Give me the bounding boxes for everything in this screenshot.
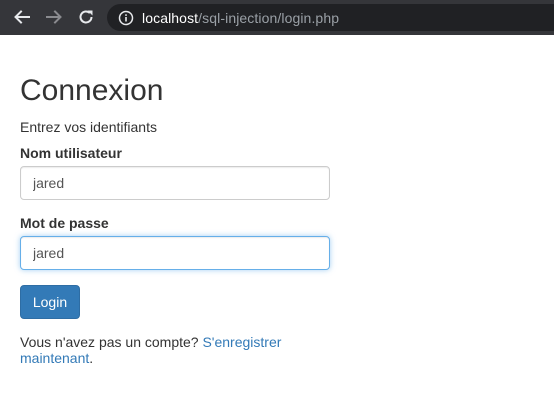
browser-toolbar: localhost/sql-injection/login.php <box>0 0 554 35</box>
address-bar[interactable]: localhost/sql-injection/login.php <box>107 4 554 31</box>
url-path: /sql-injection/login.php <box>198 9 340 26</box>
arrow-right-icon[interactable] <box>44 7 64 27</box>
url-host: localhost <box>142 9 199 26</box>
arrow-left-icon[interactable] <box>12 7 32 27</box>
register-prompt: Vous n'avez pas un compte? S'enregistrer… <box>20 334 300 366</box>
page-url: localhost/sql-injection/login.php <box>142 10 339 26</box>
username-label: Nom utilisateur <box>20 145 122 161</box>
reload-icon[interactable] <box>76 7 96 27</box>
page-subtitle: Entrez vos identifiants <box>20 119 157 135</box>
register-prompt-text: Vous n'avez pas un compte? <box>20 334 199 350</box>
page-title: Connexion <box>20 74 164 107</box>
info-icon[interactable] <box>118 10 134 26</box>
password-label: Mot de passe <box>20 215 109 231</box>
password-input[interactable] <box>20 236 330 270</box>
login-button[interactable]: Login <box>20 285 80 319</box>
username-input[interactable] <box>20 166 330 200</box>
register-period: . <box>89 350 94 366</box>
